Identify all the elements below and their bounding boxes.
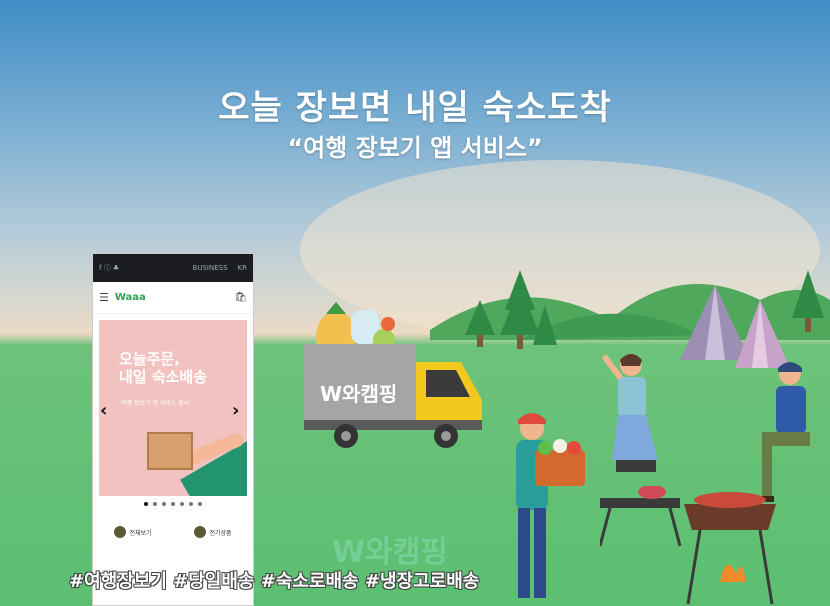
man-carrying-basket-illustration	[516, 413, 585, 598]
status-icons: f ⓘ ♣	[99, 264, 120, 272]
promo-banner[interactable]: 오늘주문, 내일 숙소배송 여행 장보기 앱 서비스 출시	[99, 320, 247, 496]
menu-icon[interactable]: ☰	[99, 291, 109, 304]
app-logo[interactable]: Waaa	[109, 292, 234, 303]
truck-label: W와캠핑	[320, 382, 398, 406]
category-row: 전체보기 전기상품	[93, 526, 253, 538]
carousel-next-arrow-icon[interactable]: ›	[232, 400, 239, 421]
app-header: ☰ Waaa 🛍	[93, 282, 253, 314]
category-electric-icon	[194, 526, 207, 538]
bbq-grill-illustration	[600, 486, 776, 605]
phone-mockup: f ⓘ ♣ BUSINESS KR ☰ Waaa 🛍 오늘주문, 내일 숙소배송…	[92, 253, 254, 606]
category-item[interactable]: 전기상품	[194, 526, 232, 538]
category-all-icon	[114, 526, 127, 538]
hero-scene: 오늘 장보면 내일 숙소도착 “여행 장보기 앱 서비스” W와캠핑 W와캠핑 …	[0, 0, 830, 606]
banner-headline: 오늘주문, 내일 숙소배송	[119, 350, 208, 386]
brand-watermark: W와캠핑	[332, 535, 448, 570]
status-business-text: BUSINESS	[192, 264, 228, 272]
cart-icon[interactable]: 🛍	[234, 292, 247, 303]
carousel-dots[interactable]	[93, 502, 253, 506]
page-subtitle: “여행 장보기 앱 서비스”	[287, 134, 543, 162]
banner-box-icon	[147, 432, 193, 470]
carousel-prev-arrow-icon[interactable]: ‹	[100, 400, 107, 421]
woman-waving-illustration	[601, 354, 658, 472]
category-item[interactable]: 전체보기	[114, 526, 152, 538]
hashtags: #여행장보기 #당일배송 #숙소로배송 #냉장고로배송	[69, 571, 480, 592]
banner-caption: 여행 장보기 앱 서비스 출시	[121, 400, 190, 407]
phone-status-bar: f ⓘ ♣ BUSINESS KR	[93, 254, 253, 282]
page-title: 오늘 장보면 내일 숙소도착	[218, 88, 612, 128]
status-badge: KR	[237, 264, 247, 272]
